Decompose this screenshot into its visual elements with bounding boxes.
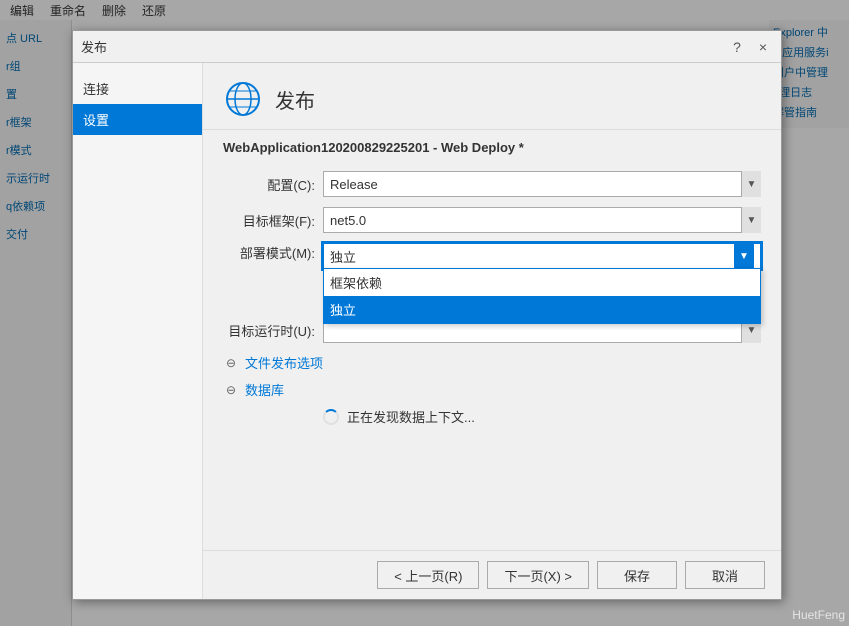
nav-settings[interactable]: 设置 (73, 104, 202, 135)
database-icon: ⊖ (223, 382, 239, 398)
dialog-header-area: 发布 (203, 63, 781, 130)
dialog-content: 发布 WebApplication120200829225201 - Web D… (203, 63, 781, 599)
loading-text: 正在发现数据上下文... (347, 407, 475, 426)
deploy-mode-value: 独立 (330, 247, 356, 266)
dialog-title: 发布 (81, 37, 107, 56)
deploy-mode-dropdown: 框架依赖 独立 (323, 268, 761, 324)
target-framework-row: 目标框架(F): net5.0 net6.0 ▼ (223, 207, 761, 233)
nav-connection[interactable]: 连接 (73, 73, 202, 104)
deploy-mode-row: 部署模式(M): 独立 ▼ 框架依赖 独立 (223, 243, 761, 269)
prev-button[interactable]: < 上一页(R) (377, 561, 479, 589)
deploy-mode-arrow: ▼ (734, 243, 754, 269)
watermark: HuetFeng (792, 608, 845, 622)
config-label: 配置(C): (223, 175, 323, 194)
config-select[interactable]: Debug Release (323, 171, 761, 197)
profile-title: WebApplication120200829225201 - Web Depl… (223, 140, 761, 155)
loading-spinner (323, 409, 339, 425)
file-publish-icon: ⊖ (223, 355, 239, 371)
database-label: 数据库 (245, 380, 284, 399)
dialog-header-title: 发布 (275, 85, 315, 114)
file-publish-section[interactable]: ⊖ 文件发布选项 (223, 353, 761, 372)
dialog-nav: 连接 设置 (73, 63, 203, 599)
loading-row: 正在发现数据上下文... (323, 407, 761, 426)
dialog-titlebar: 发布 ? × (73, 31, 781, 63)
file-publish-label: 文件发布选项 (245, 353, 323, 372)
form-area: WebApplication120200829225201 - Web Depl… (203, 130, 781, 550)
publish-dialog: 发布 ? × 连接 设置 (72, 30, 782, 600)
cancel-button[interactable]: 取消 (685, 561, 765, 589)
target-framework-label: 目标框架(F): (223, 211, 323, 230)
deploy-mode-selected[interactable]: 独立 ▼ (323, 243, 761, 269)
close-button[interactable]: × (753, 37, 773, 57)
title-actions: ? × (727, 37, 773, 57)
deploy-mode-label: 部署模式(M): (223, 243, 323, 262)
save-button[interactable]: 保存 (597, 561, 677, 589)
dialog-body: 连接 设置 发布 WebApplicati (73, 63, 781, 599)
deploy-option-framework[interactable]: 框架依赖 (324, 269, 760, 296)
globe-icon (223, 79, 263, 119)
database-section[interactable]: ⊖ 数据库 (223, 380, 761, 399)
target-framework-select[interactable]: net5.0 net6.0 (323, 207, 761, 233)
config-row: 配置(C): Debug Release ▼ (223, 171, 761, 197)
next-button[interactable]: 下一页(X) > (487, 561, 589, 589)
deploy-option-standalone[interactable]: 独立 (324, 296, 760, 323)
target-framework-control: net5.0 net6.0 ▼ (323, 207, 761, 233)
config-control: Debug Release ▼ (323, 171, 761, 197)
deploy-mode-control: 独立 ▼ 框架依赖 独立 (323, 243, 761, 269)
target-runtime-label: 目标运行时(U): (223, 321, 323, 340)
dialog-footer: < 上一页(R) 下一页(X) > 保存 取消 (203, 550, 781, 599)
help-button[interactable]: ? (727, 37, 747, 57)
